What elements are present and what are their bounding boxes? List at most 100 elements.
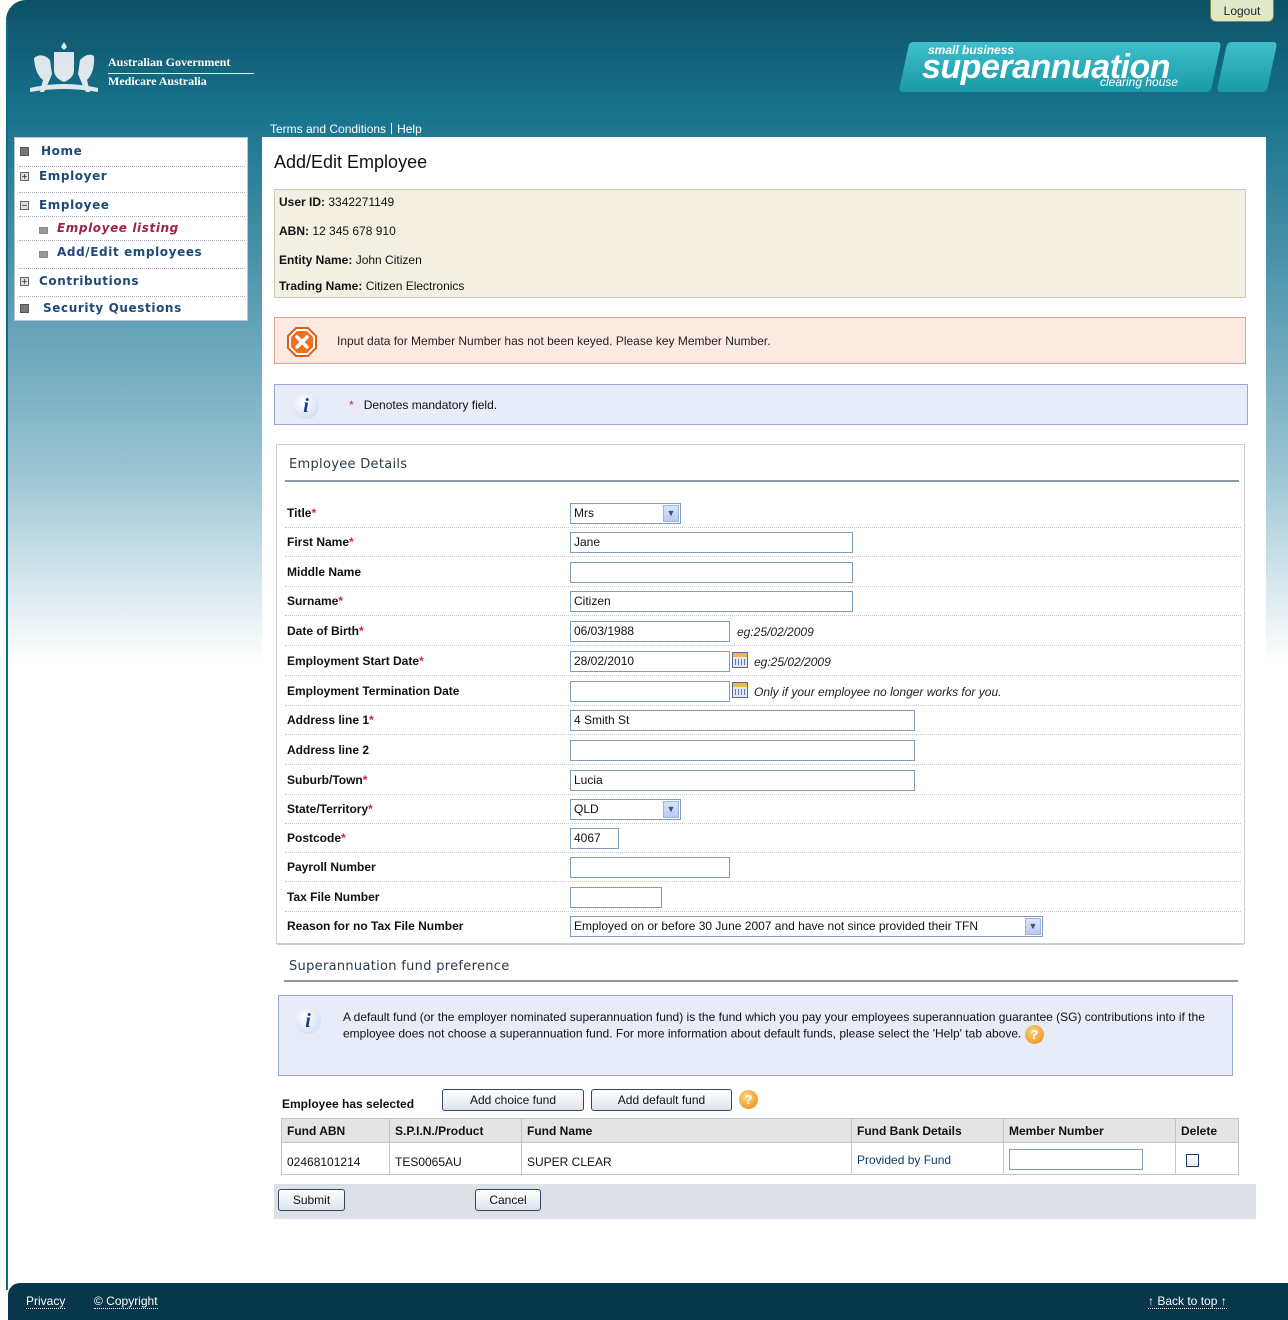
page-title: Add/Edit Employee [274, 152, 428, 172]
column-header: Delete [1181, 1124, 1218, 1138]
member-number-input[interactable] [1009, 1149, 1143, 1170]
logo-subtitle: clearing house [1100, 75, 1179, 89]
no-tfn-reason-row: Reason for no Tax File Number Employed o… [285, 912, 1241, 941]
privacy-link[interactable]: Privacy [26, 1294, 66, 1309]
top-links: Terms and Conditions Help [270, 122, 422, 136]
address1-input[interactable]: 4 Smith St [570, 710, 915, 731]
table-header: Fund ABN S.P.I.N./Product Fund Name Fund… [282, 1119, 1238, 1143]
termination-date-input[interactable] [570, 681, 730, 702]
error-icon [287, 327, 317, 357]
default-fund-note: i A default fund (or the employer nomina… [278, 995, 1233, 1076]
start-date-hint: eg:25/02/2009 [754, 655, 831, 669]
trading-name: Trading Name: Citizen Electronics [279, 279, 465, 293]
sidebar-item-contributions[interactable]: + Contributions [15, 272, 247, 294]
sidebar-item-security-questions[interactable]: Security Questions [15, 299, 247, 321]
suburb-row: Suburb/Town* Lucia [285, 766, 1241, 795]
info-icon: i [295, 1008, 321, 1034]
no-tfn-reason-select[interactable]: Employed on or before 30 June 2007 and h… [570, 916, 1043, 937]
square-icon [20, 147, 29, 156]
column-header: Fund Name [527, 1124, 593, 1138]
action-bar [274, 1184, 1256, 1219]
postcode-input[interactable]: 4067 [570, 828, 619, 849]
calendar-icon[interactable] [732, 682, 748, 698]
help-link[interactable]: Help [397, 122, 422, 136]
middle-name-row: Middle Name [285, 558, 1241, 587]
tfn-row: Tax File Number [285, 883, 1241, 912]
termination-date-hint: Only if your employee no longer works fo… [754, 685, 1002, 699]
divider [391, 123, 393, 134]
superannuation-logo: small business superannuation clearing h… [898, 42, 1278, 94]
sidebar-item-employee-listing[interactable]: Employee listing [15, 219, 247, 241]
divider [108, 73, 254, 74]
cancel-button[interactable]: Cancel [475, 1189, 541, 1211]
fund-abn: 02468101214 [287, 1155, 361, 1169]
column-header: Fund Bank Details [857, 1124, 962, 1138]
mandatory-note: i * Denotes mandatory field. [274, 384, 1248, 425]
fund-name: SUPER CLEAR [527, 1155, 612, 1169]
logout-button[interactable]: Logout [1210, 0, 1274, 22]
title-select[interactable]: Mrs ▼ [570, 503, 681, 524]
title-row: Title* Mrs ▼ [285, 499, 1241, 528]
sidebar-item-employee[interactable]: − Employee [15, 196, 247, 218]
start-date-input[interactable]: 28/02/2010 [570, 651, 730, 672]
add-choice-fund-button[interactable]: Add choice fund [442, 1089, 584, 1111]
copyright-link[interactable]: © Copyright [94, 1294, 158, 1309]
address2-row: Address line 2 [285, 736, 1241, 765]
surname-input[interactable]: Citizen [570, 591, 853, 612]
sidebar-item-employer[interactable]: + Employer [15, 167, 247, 189]
section-title: Superannuation fund preference [289, 959, 510, 974]
government-logo: Australian Government Medicare Australia [20, 38, 260, 98]
entity-name: Entity Name: John Citizen [279, 253, 422, 267]
add-default-fund-button[interactable]: Add default fund [591, 1089, 732, 1111]
payroll-input[interactable] [570, 857, 730, 878]
minus-box-icon: − [20, 201, 29, 210]
gov-name: Australian Government [108, 55, 231, 69]
footer: Privacy © Copyright ↑ Back to top ↑ [8, 1283, 1288, 1320]
address2-input[interactable] [570, 740, 915, 761]
info-icon: i [293, 393, 319, 419]
abn: ABN: 12 345 678 910 [279, 224, 396, 238]
termination-date-row: Employment Termination Date Only if your… [285, 677, 1241, 706]
fund-spin: TES0065AU [395, 1155, 462, 1169]
surname-row: Surname* Citizen [285, 587, 1241, 616]
sidebar-nav: Home + Employer − Employee Employee list… [14, 137, 248, 321]
tfn-input[interactable] [570, 887, 662, 908]
terms-link[interactable]: Terms and Conditions [270, 122, 386, 136]
coat-of-arms-icon [30, 42, 98, 92]
frame-border [6, 20, 8, 1290]
sidebar-item-home[interactable]: Home [15, 142, 247, 164]
help-icon[interactable]: ? [1024, 1025, 1044, 1044]
dob-hint: eg:25/02/2009 [737, 625, 814, 639]
section-title: Employee Details [289, 457, 408, 472]
delete-checkbox[interactable] [1186, 1154, 1199, 1167]
column-header: S.P.I.N./Product [395, 1124, 484, 1138]
first-name-row: First Name* Jane [285, 528, 1241, 557]
start-date-row: Employment Start Date* 28/02/2010 eg:25/… [285, 647, 1241, 676]
agency-name: Medicare Australia [108, 74, 207, 88]
state-select[interactable]: QLD ▼ [570, 799, 681, 820]
back-to-top-link[interactable]: ↑ Back to top ↑ [1148, 1294, 1227, 1309]
payroll-row: Payroll Number [285, 853, 1241, 882]
bullet-icon [39, 251, 48, 258]
employee-selected-label: Employee has selected [282, 1097, 415, 1111]
mandatory-text: Denotes mandatory field. [363, 398, 498, 412]
fund-table: Fund ABN S.P.I.N./Product Fund Name Fund… [281, 1118, 1239, 1175]
dob-row: Date of Birth* 06/03/1988 eg:25/02/2009 [285, 617, 1241, 646]
suburb-input[interactable]: Lucia [570, 770, 915, 791]
column-header: Member Number [1009, 1124, 1104, 1138]
calendar-icon[interactable] [732, 652, 748, 668]
middle-name-input[interactable] [570, 562, 853, 583]
sidebar-item-add-edit-employees[interactable]: Add/Edit employees [15, 243, 247, 265]
help-icon[interactable]: ? [739, 1090, 758, 1109]
first-name-input[interactable]: Jane [570, 532, 853, 553]
square-icon [20, 304, 29, 313]
fund-bank-details: Provided by Fund [857, 1153, 952, 1167]
chevron-down-icon: ▼ [1025, 918, 1041, 935]
default-fund-text: A default fund (or the employer nominate… [343, 1010, 1205, 1041]
error-message: Input data for Member Number has not bee… [274, 317, 1246, 364]
submit-button[interactable]: Submit [278, 1189, 345, 1211]
error-text: Input data for Member Number has not bee… [337, 334, 771, 348]
dob-input[interactable]: 06/03/1988 [570, 621, 730, 642]
chevron-down-icon: ▼ [663, 801, 679, 818]
chevron-down-icon: ▼ [663, 505, 679, 522]
